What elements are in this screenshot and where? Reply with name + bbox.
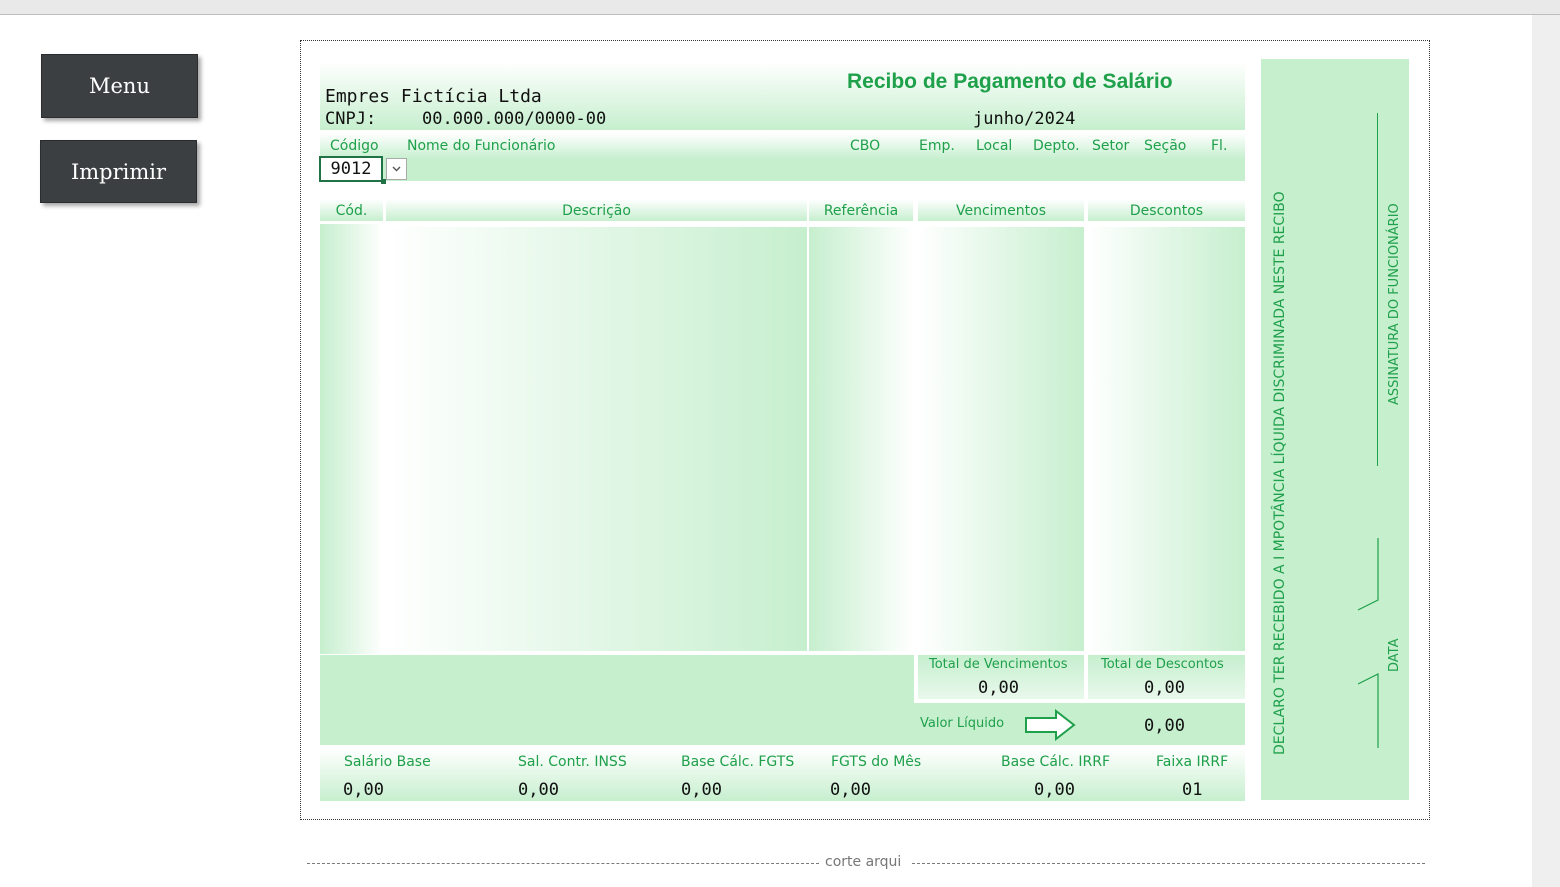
col-descontos [1088,227,1245,651]
signature-line [1377,113,1378,466]
fl-label: Fl. [1211,138,1228,154]
menu-button[interactable]: Menu [41,54,198,118]
col-header-vencimentos: Vencimentos [918,199,1084,221]
fgts-mes-label: FGTS do Mês [831,754,922,770]
declaration-text: DECLARO TER RECEBIDO A I MPOTÂNCIA LÍQUI… [1272,191,1288,755]
company-name: Empres Fictícia Ltda [325,86,542,107]
valor-liquido-label: Valor Líquido [920,716,1005,731]
fgts-value: 0,00 [681,780,722,800]
col-referencia [809,227,914,651]
cut-line-right [912,863,1425,864]
notes-area [320,655,914,745]
valor-liquido-value: 0,00 [1144,716,1185,736]
codigo-input[interactable]: 9012 [319,156,383,182]
col-descricao [386,227,807,651]
cnpj-value: 00.000.000/0000-00 [422,109,607,129]
col-header-cod: Cód. [320,199,383,221]
secao-label: Seção [1144,138,1187,154]
irrf-value: 0,00 [1034,780,1075,800]
salario-base-label: Salário Base [344,754,431,770]
total-vencimentos-value: 0,00 [978,678,1019,698]
cbo-label: CBO [850,138,881,154]
col-vencimentos [918,227,1084,651]
inss-value: 0,00 [518,780,559,800]
period: junho/2024 [973,109,1076,129]
total-descontos-label: Total de Descontos [1101,657,1224,672]
window-top-bar [0,0,1560,15]
date-slash-marks [1355,538,1381,754]
fgts-label: Base Cálc. FGTS [681,754,795,770]
salario-base-value: 0,00 [343,780,384,800]
total-vencimentos-label: Total de Vencimentos [929,657,1068,672]
fgts-mes-value: 0,00 [830,780,871,800]
col-header-referencia: Referência [809,199,913,221]
chevron-down-icon[interactable] [386,158,407,180]
faixa-irrf-label: Faixa IRRF [1156,754,1229,770]
irrf-label: Base Cálc. IRRF [1001,754,1111,770]
cnpj-label: CNPJ: [325,109,377,129]
emp-label: Emp. [919,138,955,154]
col-header-descricao: Descrição [386,199,807,221]
total-descontos-value: 0,00 [1144,678,1185,698]
col-cod [320,224,383,654]
depto-label: Depto. [1033,138,1080,154]
inss-label: Sal. Contr. INSS [518,754,627,770]
signature-label: ASSINATURA DO FUNCIONÁRIO [1387,203,1402,405]
col-header-descontos: Descontos [1088,199,1245,221]
print-button[interactable]: Imprimir [40,140,197,203]
cut-label: corte arqui [825,854,902,870]
date-label: DATA [1387,638,1402,673]
nome-label: Nome do Funcionário [407,138,556,154]
cut-line-left [307,863,819,864]
setor-label: Setor [1092,138,1130,154]
local-label: Local [976,138,1013,154]
vertical-scrollbar[interactable] [1532,15,1560,887]
receipt-title: Recibo de Pagamento de Salário [847,70,1173,93]
arrow-right-icon [1024,708,1076,745]
codigo-label: Código [330,138,379,154]
faixa-irrf-value: 01 [1182,780,1203,800]
